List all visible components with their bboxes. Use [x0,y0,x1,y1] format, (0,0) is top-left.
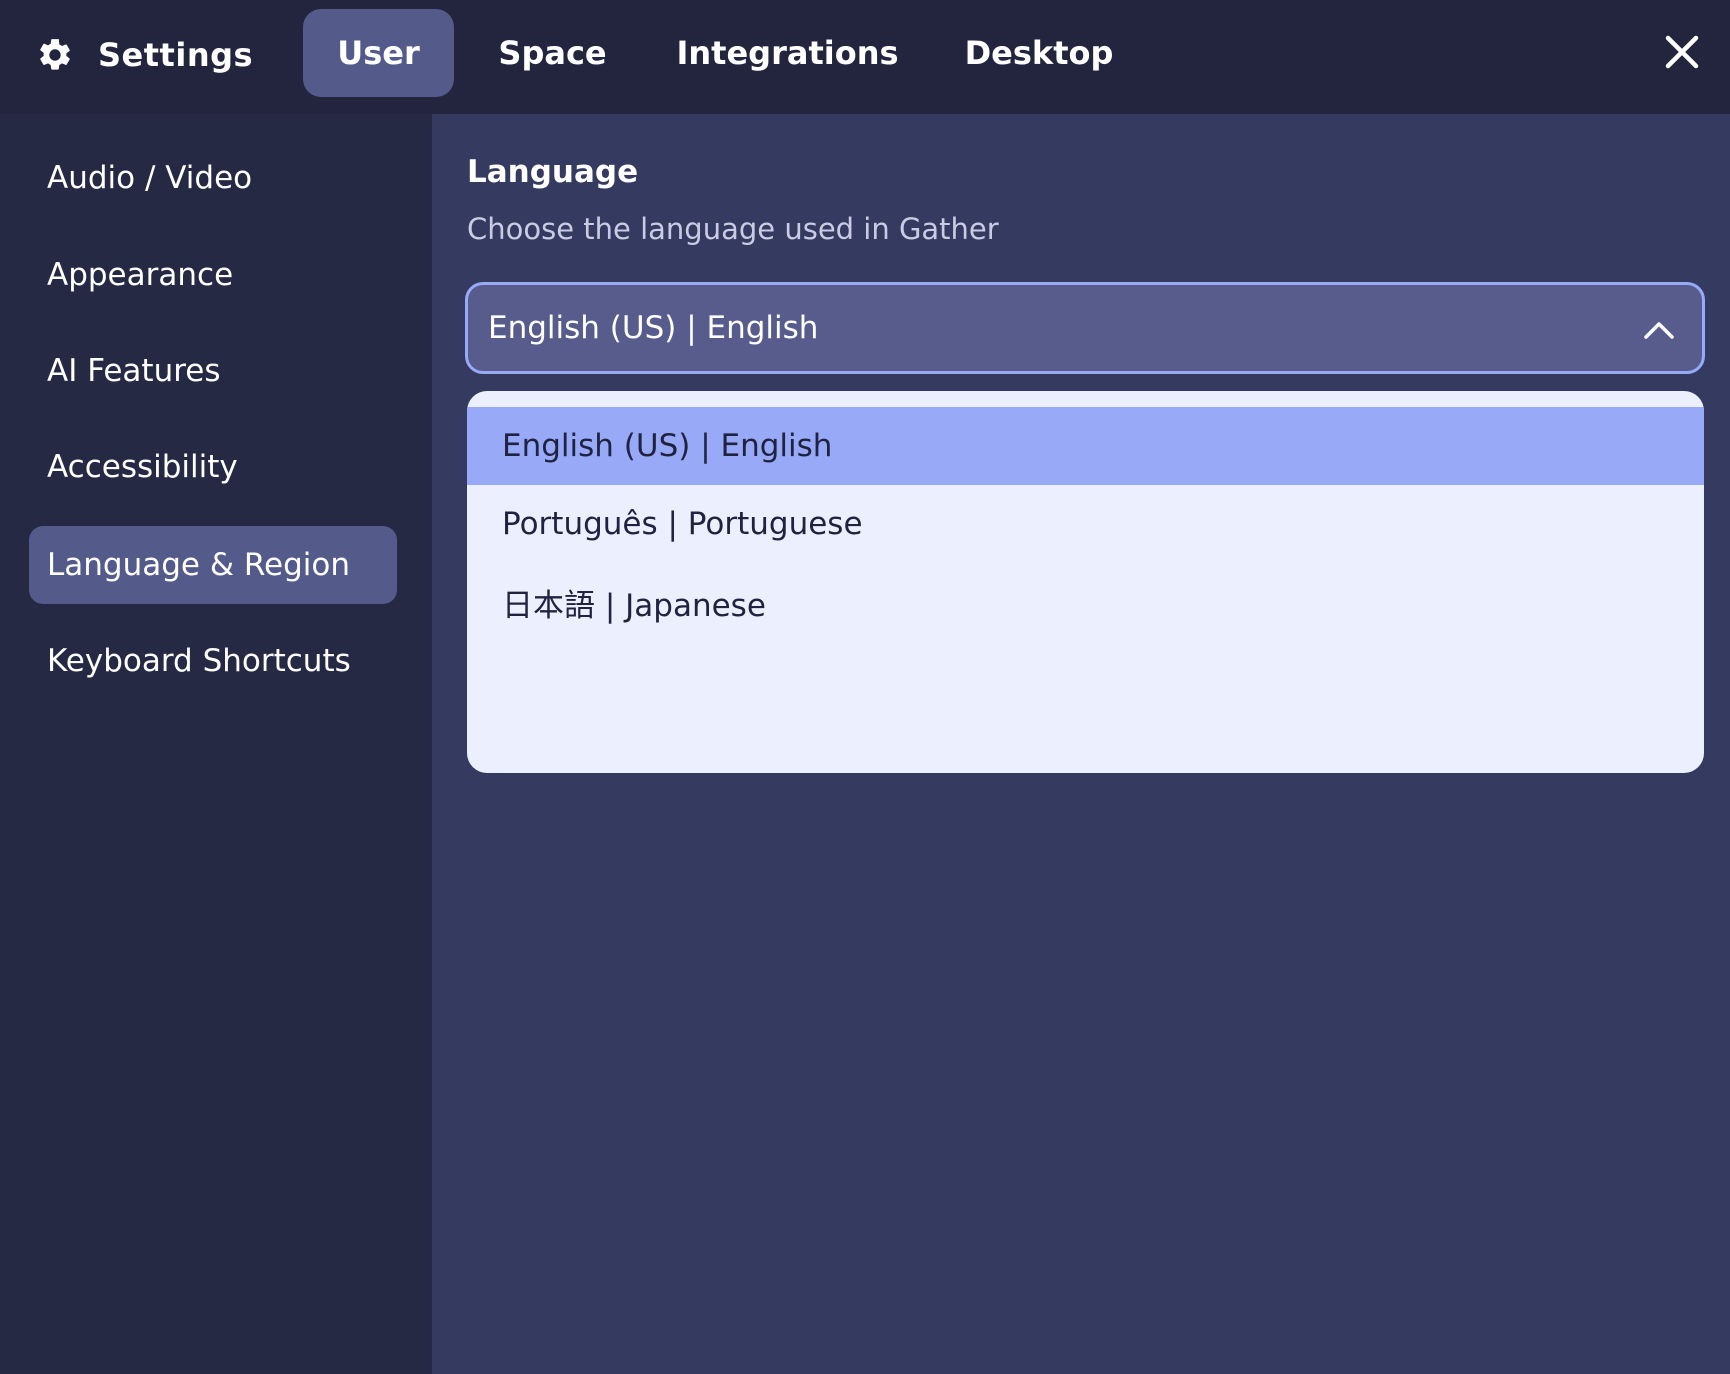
sidebar-item-keyboard-shortcuts[interactable]: Keyboard Shortcuts [29,622,397,700]
tab-integrations[interactable]: Integrations [670,9,905,97]
main-panel: Language Choose the language used in Gat… [432,114,1730,1374]
gear-icon [40,39,70,70]
close-icon[interactable] [1660,30,1704,74]
settings-window: Settings User Space Integrations Desktop… [0,0,1730,1374]
top-bar: Settings User Space Integrations Desktop [0,0,1730,114]
sidebar-item-audio-video[interactable]: Audio / Video [29,139,397,217]
language-option-japanese[interactable]: 日本語 | Japanese [467,563,1704,641]
settings-title: Settings [98,36,254,74]
sidebar-item-language-region[interactable]: Language & Region [29,526,397,604]
section-description: Choose the language used in Gather [467,212,999,246]
tab-user[interactable]: User [303,9,454,97]
sidebar-item-appearance[interactable]: Appearance [29,236,397,314]
chevron-up-icon [1644,322,1674,339]
tab-desktop[interactable]: Desktop [955,9,1123,97]
language-select[interactable]: English (US) | English [465,282,1705,374]
language-dropdown: English (US) | English Português | Portu… [467,391,1704,773]
tab-space[interactable]: Space [480,9,625,97]
language-option-portuguese[interactable]: Português | Portuguese [467,485,1704,563]
language-select-value: English (US) | English [488,310,819,346]
sidebar: Audio / Video Appearance AI Features Acc… [0,114,432,1374]
sidebar-item-ai-features[interactable]: AI Features [29,332,397,410]
sidebar-item-accessibility[interactable]: Accessibility [29,428,397,506]
section-title: Language [467,154,639,190]
settings-brand: Settings [36,30,253,80]
language-option-english[interactable]: English (US) | English [467,407,1704,485]
